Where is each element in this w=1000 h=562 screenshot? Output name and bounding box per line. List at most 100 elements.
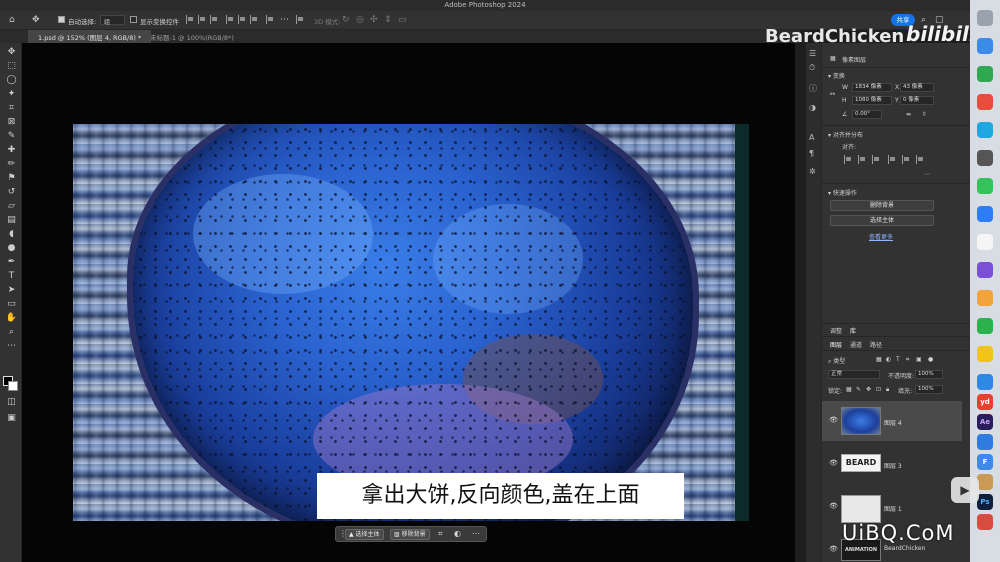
select-subject-button[interactable]: ▲ 选择主体 (345, 529, 384, 540)
filter-pixel-icon[interactable]: ▦ (876, 356, 882, 363)
dock-app-icon[interactable] (977, 10, 993, 26)
quick-mask-icon[interactable]: ◫ (5, 396, 18, 408)
info-icon[interactable]: ⓘ (809, 83, 817, 94)
tab-paths[interactable]: 路径 (870, 340, 882, 349)
dodge-tool-icon[interactable]: ● (5, 242, 18, 254)
dock-app-icon[interactable] (977, 206, 993, 222)
dock-app-icon[interactable] (977, 290, 993, 306)
blend-mode-dropdown[interactable]: 正常 (828, 370, 880, 379)
dock-app-icon[interactable] (977, 66, 993, 82)
home-icon[interactable]: ⌂ (9, 15, 15, 25)
magic-wand-tool-icon[interactable]: ✦ (5, 88, 18, 100)
tab-libraries[interactable]: 库 (850, 326, 856, 335)
align-hcenter-icon[interactable] (858, 155, 866, 164)
transform-icon[interactable]: ⌗ (438, 529, 443, 539)
3d-pan-icon[interactable]: ✣ (370, 15, 378, 25)
3d-roll-icon[interactable]: ◎ (356, 15, 364, 25)
move-tool-icon[interactable]: ✥ (32, 15, 40, 25)
blur-tool-icon[interactable]: ◖ (5, 228, 18, 240)
tab-adjustments[interactable]: 调整 (830, 326, 842, 335)
remove-background-button[interactable]: 删除背景 (830, 200, 934, 211)
dock-app-icon[interactable] (977, 122, 993, 138)
width-field[interactable]: 1834 像素 (852, 83, 892, 92)
gradient-tool-icon[interactable]: ▤ (5, 214, 18, 226)
dock-app-yd[interactable]: yd (977, 394, 993, 410)
align-distribute-heading[interactable]: ▾ 对齐并分布 (828, 130, 863, 139)
brush-tool-icon[interactable]: ✏ (5, 158, 18, 170)
filter-shape-icon[interactable]: ⌗ (906, 356, 909, 364)
dock-app-icon[interactable] (977, 346, 993, 362)
dock-app-icon[interactable] (977, 178, 993, 194)
height-field[interactable]: 1080 像素 (852, 96, 892, 105)
dock-app-icon[interactable] (977, 150, 993, 166)
color-icon[interactable]: ◑ (809, 103, 816, 112)
adjustment-icon[interactable]: ◐ (454, 529, 461, 538)
3d-scale-icon[interactable]: ▭ (398, 15, 407, 25)
screen-mode-icon[interactable]: ▣ (5, 412, 18, 424)
dock-app-icon[interactable] (977, 262, 993, 278)
align-middle-icon[interactable] (238, 15, 246, 24)
background-color[interactable] (8, 381, 18, 391)
marquee-tool-icon[interactable]: ⬚ (5, 60, 18, 72)
lasso-tool-icon[interactable]: ◯ (5, 74, 18, 86)
pen-tool-icon[interactable]: ✒ (5, 256, 18, 268)
visibility-eye-icon[interactable]: 👁︎ (829, 459, 838, 467)
transform-heading[interactable]: ▾ 变换 (828, 71, 845, 80)
clone-stamp-tool-icon[interactable]: ⚑ (5, 172, 18, 184)
3d-rotate-icon[interactable]: ↻ (342, 15, 350, 25)
dock-app-icon[interactable] (977, 434, 993, 450)
dock-app-icon[interactable] (977, 234, 993, 250)
more-tools-icon[interactable]: ⋯ (5, 340, 18, 352)
crop-tool-icon[interactable]: ⌗ (5, 102, 18, 114)
lock-paint-icon[interactable]: ✎ (856, 386, 861, 393)
color-swatches[interactable] (3, 376, 19, 392)
layer-filter-dropdown[interactable]: ⌕ 类型 (828, 356, 845, 366)
align-bottom-icon[interactable] (916, 155, 924, 164)
healing-brush-tool-icon[interactable]: ✚ (5, 144, 18, 156)
view-more-link[interactable]: 查看更多 (869, 232, 893, 241)
lock-pixels-icon[interactable]: ▦ (846, 386, 852, 393)
dock-app-icon[interactable] (977, 514, 993, 530)
distribute-spacing-icon[interactable] (296, 15, 304, 24)
dock-app-photoshop[interactable]: Ps (977, 494, 993, 510)
path-selection-tool-icon[interactable]: ➤ (5, 284, 18, 296)
align-center-icon[interactable] (198, 15, 206, 24)
frame-tool-icon[interactable]: ⊠ (5, 116, 18, 128)
lock-artboard-icon[interactable]: ⊡ (876, 386, 881, 393)
tab-layers[interactable]: 图层 (830, 340, 842, 349)
layer-row-4[interactable]: 👁︎ 图层 4 (822, 401, 962, 441)
link-icon[interactable]: ⚯ (830, 91, 835, 98)
remove-background-button[interactable]: ▧ 移除背景 (390, 529, 430, 540)
fill-field[interactable]: 100% (915, 385, 943, 394)
filter-type-icon[interactable]: T (896, 356, 900, 363)
align-bottom-icon[interactable] (250, 15, 258, 24)
visibility-eye-icon[interactable]: 👁︎ (829, 502, 838, 510)
dock-app-after-effects[interactable]: Ae (977, 414, 993, 430)
move-tool-icon[interactable]: ✥ (5, 46, 18, 58)
distribute-icon[interactable] (266, 15, 274, 24)
show-transform-checkbox[interactable] (130, 16, 137, 23)
3d-slide-icon[interactable]: ⇕ (384, 15, 392, 25)
tab-document-2[interactable]: 未标题-1 @ 100%(RGB/8*) (140, 30, 244, 43)
video-play-icon[interactable]: ▶ (951, 477, 979, 503)
filter-smart-object-icon[interactable]: ▣ (916, 356, 922, 363)
flip-vertical-icon[interactable]: ⇳ (922, 111, 927, 118)
type-tool-icon[interactable]: T (5, 270, 18, 282)
lock-position-icon[interactable]: ✥ (866, 386, 871, 393)
hand-tool-icon[interactable]: ✋ (5, 312, 18, 324)
tab-document-1[interactable]: 1.psd @ 152% (图层 4, RGB/8) * (28, 30, 152, 43)
eyedropper-tool-icon[interactable]: ✎ (5, 130, 18, 142)
zoom-tool-icon[interactable]: ⌕ (5, 326, 18, 338)
dock-app-icon[interactable] (977, 318, 993, 334)
align-right-icon[interactable] (872, 155, 880, 164)
filter-toggle-icon[interactable]: ● (928, 356, 933, 363)
character-icon[interactable]: A (809, 133, 814, 142)
glyphs-icon[interactable]: ✲ (809, 167, 816, 176)
filter-adjustment-icon[interactable]: ◐ (886, 356, 891, 363)
quick-actions-heading[interactable]: ▾ 快速操作 (828, 188, 857, 197)
history-icon[interactable]: ⏱ (809, 63, 815, 73)
more-options-icon[interactable]: ⋯ (280, 15, 289, 25)
flip-horizontal-icon[interactable]: ⇹ (906, 111, 911, 118)
y-field[interactable]: 0 像素 (900, 96, 934, 105)
align-left-icon[interactable] (844, 155, 852, 164)
